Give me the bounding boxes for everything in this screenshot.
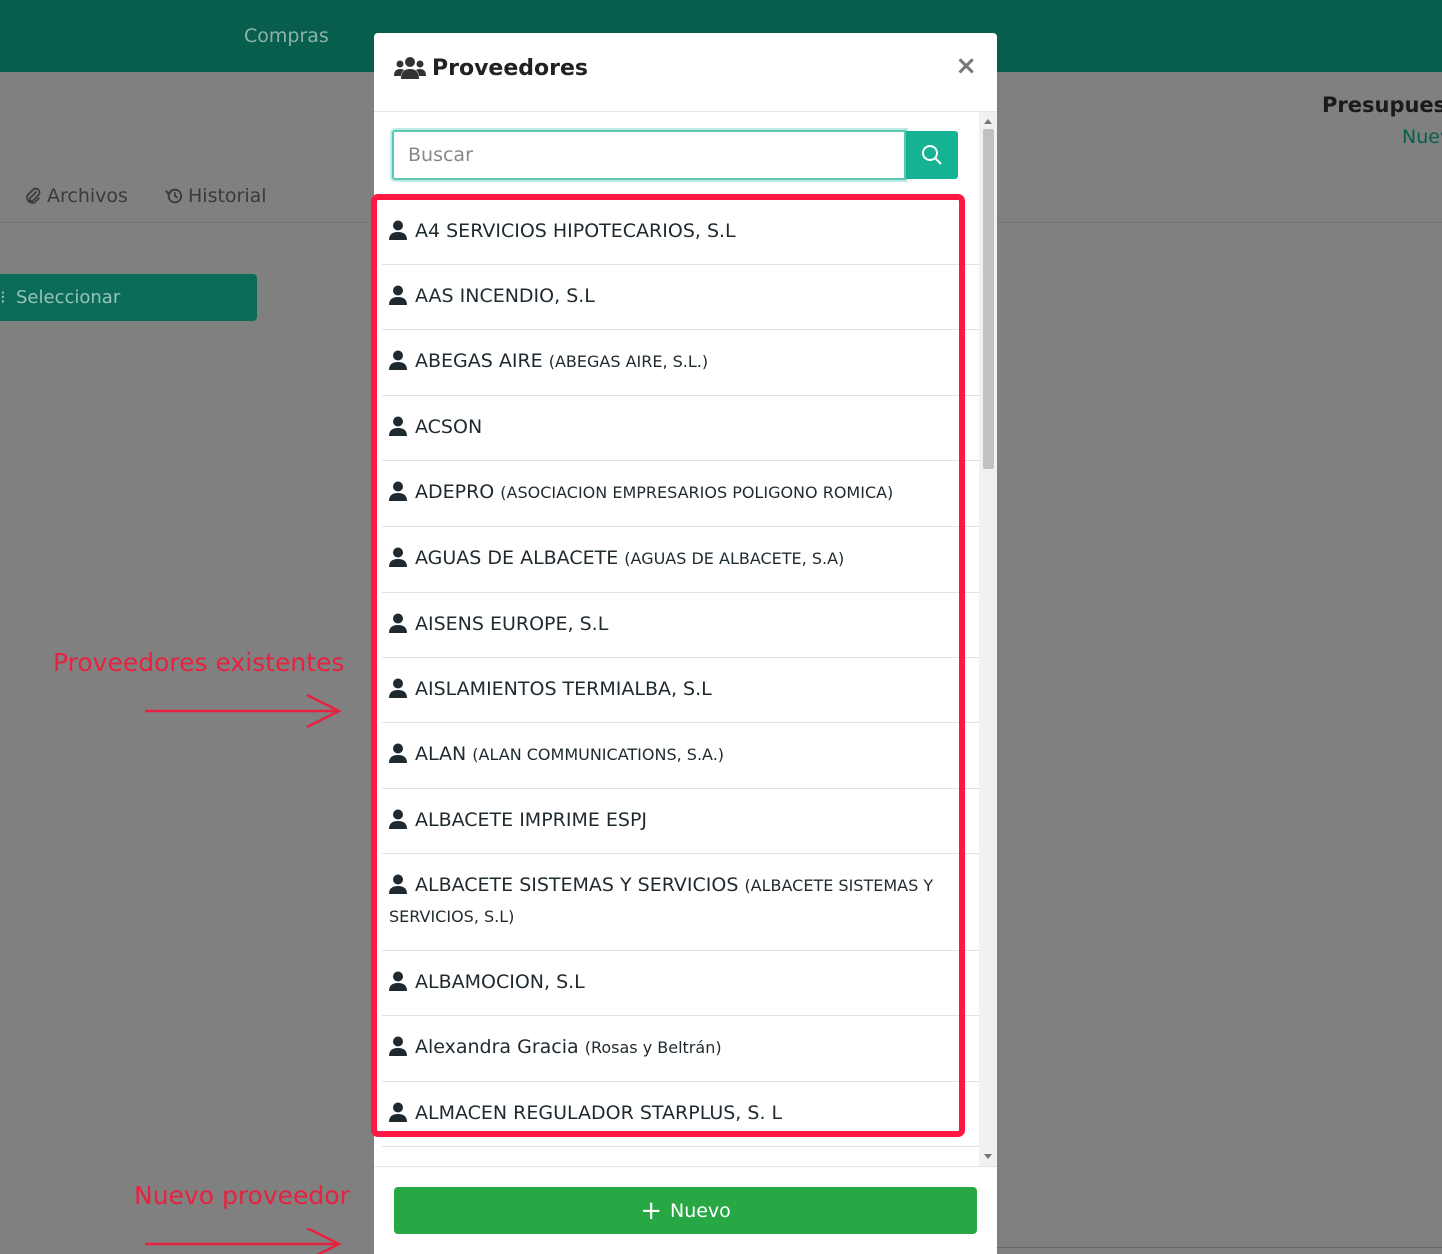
provider-name: AGUAS DE ALBACETE: [415, 547, 619, 569]
tab-archivos[interactable]: Archivos: [24, 185, 128, 207]
user-icon: [389, 743, 407, 763]
provider-name: AAS INCENDIO, S.L: [415, 285, 595, 307]
select-button[interactable]: ⁝ Seleccionar: [0, 274, 257, 321]
modal-title-text: Proveedores: [432, 55, 588, 81]
search-icon: [922, 145, 942, 165]
list-item[interactable]: ADEPRO (ASOCIACION EMPRESARIOS POLIGONO …: [382, 461, 980, 527]
plus-icon: +: [640, 1195, 662, 1226]
user-icon: [389, 416, 407, 436]
provider-name: ALBACETE IMPRIME ESPJ: [415, 809, 648, 831]
modal-header: Proveedores ×: [374, 33, 997, 112]
provider-name: Alexandra Gracia: [415, 1036, 579, 1058]
list-item[interactable]: AISENS EUROPE, S.L: [382, 593, 980, 658]
user-icon: [389, 1036, 407, 1056]
provider-list: A4 SERVICIOS HIPOTECARIOS, S.L AAS INCEND…: [382, 200, 980, 1166]
provider-name: ALAN: [415, 743, 467, 765]
provider-name: ALBACETE SISTEMAS Y SERVICIOS: [415, 874, 739, 896]
provider-company: (ABEGAS AIRE, S.L.): [548, 352, 709, 371]
nuevo-button-label: Nuevo: [669, 1199, 731, 1222]
scrollbar[interactable]: [979, 112, 997, 1166]
close-button[interactable]: ×: [955, 51, 977, 81]
arrow-existentes: [145, 693, 342, 729]
scroll-down-arrow[interactable]: [984, 1154, 992, 1159]
provider-company: (Rosas y Beltrán): [584, 1038, 722, 1057]
history-icon: [165, 188, 183, 204]
annotation-existentes: Proveedores existentes: [53, 648, 345, 677]
nav-compras[interactable]: Compras: [244, 25, 329, 47]
provider-name: ALMACEN REGULADOR STARPLUS, S. L: [415, 1102, 783, 1124]
modal-title: Proveedores: [394, 55, 588, 81]
provider-company: (AGUAS DE ALBACETE, S.A): [624, 549, 845, 568]
paperclip-icon: [26, 187, 41, 204]
users-icon: [394, 57, 426, 79]
user-icon: [389, 874, 407, 894]
annotation-nuevo: Nuevo proveedor: [134, 1181, 350, 1210]
list-item[interactable]: ALMACEN REGULADOR STARPLUS, S. L: [382, 1082, 980, 1147]
user-icon: [389, 613, 407, 633]
select-button-label: Seleccionar: [16, 287, 121, 308]
arrow-nuevo: [145, 1228, 342, 1254]
provider-company: (ALAN COMMUNICATIONS, S.A.): [472, 745, 725, 764]
search-button[interactable]: [906, 131, 958, 179]
list-item[interactable]: Alexandra Gracia (Rosas y Beltrán): [382, 1016, 980, 1082]
provider-name: AISENS EUROPE, S.L: [415, 613, 609, 635]
list-item[interactable]: A4 SERVICIOS HIPOTECARIOS, S.L: [382, 200, 980, 265]
user-icon: [389, 678, 407, 698]
list-item[interactable]: ALAN (ALAN COMMUNICATIONS, S.A.): [382, 723, 980, 789]
user-icon: [389, 1102, 407, 1122]
modal-footer: + Nuevo: [374, 1166, 997, 1254]
user-icon: [389, 547, 407, 567]
list-item[interactable]: ALMACENAJES AMARO (SEBASTIAN AMARO MARTO…: [382, 1147, 980, 1166]
provider-name: ALBAMOCION, S.L: [415, 971, 585, 993]
tab-archivos-label: Archivos: [47, 185, 128, 207]
list-item[interactable]: ACSON: [382, 396, 980, 461]
list-item[interactable]: AAS INCENDIO, S.L: [382, 265, 980, 330]
list-item[interactable]: AGUAS DE ALBACETE (AGUAS DE ALBACETE, S.…: [382, 527, 980, 593]
list-item[interactable]: ALBACETE SISTEMAS Y SERVICIOS (ALBACETE …: [382, 854, 980, 951]
modal-body: A4 SERVICIOS HIPOTECARIOS, S.L AAS INCEND…: [374, 112, 997, 1166]
nuevo-button[interactable]: + Nuevo: [394, 1187, 977, 1234]
list-item[interactable]: ALBAMOCION, S.L: [382, 951, 980, 1016]
user-icon: [389, 285, 407, 305]
user-icon: [389, 971, 407, 991]
presupuesto-title: Presupuest: [1322, 93, 1442, 117]
provider-name: A4 SERVICIOS HIPOTECARIOS, S.L: [415, 220, 736, 242]
provider-name: ADEPRO: [415, 481, 495, 503]
users-icon: ⁝: [0, 287, 6, 308]
user-icon: [389, 809, 407, 829]
scroll-up-arrow[interactable]: [984, 119, 992, 124]
provider-name: ABEGAS AIRE: [415, 350, 543, 372]
user-icon: [389, 220, 407, 240]
tab-historial[interactable]: Historial: [165, 185, 267, 207]
tab-historial-label: Historial: [188, 185, 267, 207]
scroll-thumb[interactable]: [983, 129, 994, 469]
proveedores-modal: Proveedores × A4 SERVICIOS HIPOTECARIOS,…: [374, 33, 997, 1254]
list-item[interactable]: ALBACETE IMPRIME ESPJ: [382, 789, 980, 854]
user-icon: [389, 481, 407, 501]
search-input[interactable]: [392, 130, 906, 180]
list-item[interactable]: AISLAMIENTOS TERMIALBA, S.L: [382, 658, 980, 723]
provider-name: ACSON: [415, 416, 483, 438]
user-icon: [389, 350, 407, 370]
list-item[interactable]: ABEGAS AIRE (ABEGAS AIRE, S.L.): [382, 330, 980, 396]
provider-company: (ASOCIACION EMPRESARIOS POLIGONO ROMICA): [500, 483, 894, 502]
search-row: [392, 130, 958, 180]
nuevo-link[interactable]: Nuev: [1402, 126, 1442, 148]
provider-name: AISLAMIENTOS TERMIALBA, S.L: [415, 678, 712, 700]
bottom-divider: [997, 1247, 1442, 1248]
